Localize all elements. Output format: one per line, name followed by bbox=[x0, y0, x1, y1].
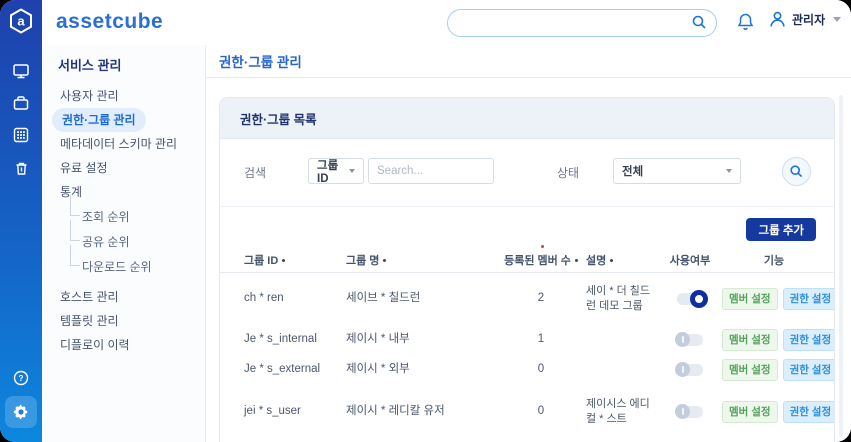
app-logo-icon[interactable]: a bbox=[7, 7, 35, 35]
enabled-toggle[interactable] bbox=[677, 406, 703, 418]
card-title: 권한·그룹 목록 bbox=[240, 109, 317, 128]
sidebar-subitem-share-rank[interactable]: 공유 순위 bbox=[66, 229, 195, 254]
user-label: 관리자 bbox=[792, 11, 825, 28]
grid-icon[interactable] bbox=[0, 122, 42, 148]
sidebar-title: 서비스 관리 bbox=[58, 55, 205, 74]
user-icon bbox=[768, 10, 787, 29]
cell-group-id: ch * ren bbox=[244, 291, 346, 307]
cell-description: 세이 * 더 칠드런 데모 그룹 bbox=[586, 284, 658, 314]
global-search-input[interactable] bbox=[460, 11, 684, 35]
group-list-card: 권한·그룹 목록 검색 그룹ID 상태 전체 bbox=[219, 97, 835, 442]
required-dot bbox=[541, 245, 544, 248]
cell-description: 제이시스 에디컬 * 스트 bbox=[586, 397, 658, 427]
header-member-count[interactable]: 등록된 멤버 수 bbox=[496, 252, 586, 268]
vertical-scrollbar[interactable] bbox=[839, 95, 843, 436]
sidebar-item-permissions-groups[interactable]: 권한·그룹 관리 bbox=[52, 108, 146, 132]
table-row: jei * s_user 제이시 * 레디칼 유저 0 제이시스 에디컬 * 스… bbox=[220, 385, 834, 439]
page-title: 권한·그룹 관리 bbox=[219, 51, 302, 71]
main-content: 권한·그룹 관리 권한·그룹 목록 검색 그룹ID 상태 전체 bbox=[205, 45, 851, 442]
monitor-icon[interactable] bbox=[0, 58, 42, 84]
cell-member-count: 1 bbox=[496, 332, 586, 348]
svg-text:a: a bbox=[17, 14, 25, 29]
cell-group-name: 제이시 * 내부 bbox=[346, 332, 496, 348]
sidebar: 서비스 관리 사용자 관리 권한·그룹 관리 메타데이터 스키마 관리 유료 설… bbox=[42, 45, 206, 442]
sidebar-subitem-view-rank[interactable]: 조회 순위 bbox=[66, 204, 195, 229]
search-field-value: 그룹ID bbox=[317, 157, 343, 185]
sidebar-item-users[interactable]: 사용자 관리 bbox=[52, 84, 195, 108]
header-description[interactable]: 설명 bbox=[586, 252, 658, 268]
enabled-toggle[interactable] bbox=[677, 334, 703, 346]
sidebar-item-hosts[interactable]: 호스트 관리 bbox=[52, 285, 195, 309]
trash-icon[interactable] bbox=[0, 155, 42, 181]
table-row: Je * s_external 제이시 * 외부 0 멤버 설정 권한 설정 bbox=[220, 355, 834, 385]
permission-settings-button[interactable]: 권한 설정 bbox=[783, 401, 835, 423]
sidebar-item-metadata-schema[interactable]: 메타데이터 스키마 관리 bbox=[52, 132, 195, 156]
keyword-input[interactable] bbox=[368, 158, 494, 184]
chevron-down-icon bbox=[726, 169, 732, 173]
member-settings-button[interactable]: 멤버 설정 bbox=[722, 329, 778, 351]
cell-group-id: Je * s_external bbox=[244, 362, 346, 378]
table-row: Je * s_internal 제이시 * 내부 1 멤버 설정 권한 설정 bbox=[220, 325, 834, 355]
cell-group-name: 제이시 * 외부 bbox=[346, 362, 496, 378]
chevron-down-icon bbox=[833, 17, 841, 22]
table-row: ch * ren 세이브 * 칠드런 2 세이 * 더 칠드런 데모 그룹 멤버… bbox=[220, 273, 834, 325]
member-settings-button[interactable]: 멤버 설정 bbox=[722, 288, 778, 310]
enabled-toggle[interactable] bbox=[677, 364, 703, 376]
help-icon[interactable]: ? bbox=[0, 365, 42, 391]
header-group-id[interactable]: 그룹 ID bbox=[244, 252, 346, 268]
header-actions: 기능 bbox=[722, 252, 826, 268]
chevron-down-icon bbox=[349, 169, 355, 173]
search-field-select[interactable]: 그룹ID bbox=[308, 158, 364, 184]
enabled-toggle[interactable] bbox=[677, 293, 703, 305]
member-settings-button[interactable]: 멤버 설정 bbox=[722, 401, 778, 423]
global-search bbox=[447, 9, 717, 37]
filter-bar: 검색 그룹ID 상태 전체 bbox=[220, 150, 834, 194]
table-header-row: 그룹 ID 그룹 명 등록된 멤버 수 설명 사용여부 기능 bbox=[220, 248, 834, 273]
sidebar-item-paid-settings[interactable]: 유료 설정 bbox=[52, 156, 195, 180]
status-filter-label: 상태 bbox=[557, 164, 579, 181]
card-header: 권한·그룹 목록 bbox=[220, 98, 834, 139]
member-settings-button[interactable]: 멤버 설정 bbox=[722, 359, 778, 381]
status-value: 전체 bbox=[622, 163, 643, 179]
cell-group-name: 제이시 * 레디칼 유저 bbox=[346, 404, 496, 420]
notifications-bell-icon[interactable] bbox=[736, 12, 755, 37]
cell-group-name: 세이브 * 칠드런 bbox=[346, 291, 496, 307]
search-icon[interactable] bbox=[691, 14, 708, 31]
permission-settings-button[interactable]: 권한 설정 bbox=[783, 359, 835, 381]
box-icon[interactable] bbox=[0, 90, 42, 116]
cell-member-count: 0 bbox=[496, 362, 586, 378]
sidebar-item-deploy-history[interactable]: 디플로이 이력 bbox=[52, 333, 195, 357]
search-submit-button[interactable] bbox=[782, 157, 811, 186]
sidebar-subitem-download-rank[interactable]: 다운로드 순위 bbox=[66, 254, 195, 279]
permission-settings-button[interactable]: 권한 설정 bbox=[783, 288, 835, 310]
svg-text:?: ? bbox=[18, 373, 23, 383]
divider bbox=[220, 206, 834, 207]
status-select[interactable]: 전체 bbox=[613, 158, 741, 184]
header-group-name[interactable]: 그룹 명 bbox=[346, 252, 496, 268]
nav-rail: a bbox=[0, 0, 42, 442]
divider bbox=[205, 77, 851, 78]
user-menu[interactable]: 관리자 bbox=[768, 10, 841, 29]
brand-wordmark: assetcube bbox=[56, 10, 163, 34]
cell-member-count: 2 bbox=[496, 291, 586, 307]
permission-settings-button[interactable]: 권한 설정 bbox=[783, 329, 835, 351]
cell-group-id: Je * s_internal bbox=[244, 332, 346, 348]
settings-gear-icon[interactable] bbox=[5, 396, 37, 428]
app-window: a bbox=[0, 0, 851, 442]
cell-member-count: 0 bbox=[496, 404, 586, 420]
search-filter-label: 검색 bbox=[244, 164, 266, 181]
group-table: 그룹 ID 그룹 명 등록된 멤버 수 설명 사용여부 기능 ch * ren … bbox=[220, 248, 834, 442]
sidebar-item-templates[interactable]: 템플릿 관리 bbox=[52, 309, 195, 333]
topbar: assetcube 관리자 bbox=[42, 0, 851, 45]
add-group-button[interactable]: 그룹 추가 bbox=[746, 218, 816, 241]
header-enabled: 사용여부 bbox=[658, 252, 722, 268]
cell-group-id: jei * s_user bbox=[244, 404, 346, 420]
search-icon bbox=[789, 164, 804, 179]
